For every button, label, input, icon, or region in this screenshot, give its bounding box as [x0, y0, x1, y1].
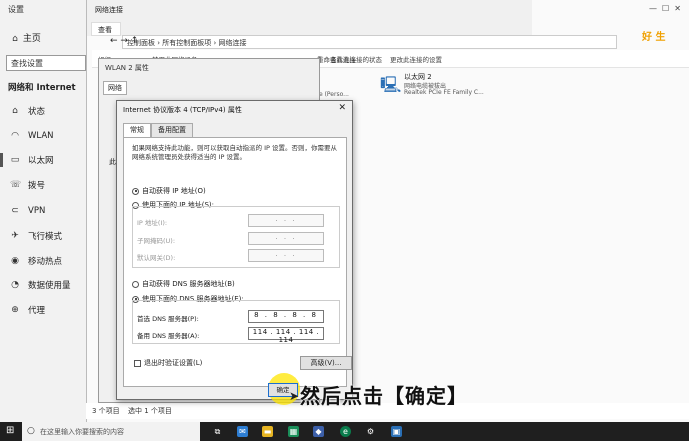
status-selected: 选中 1 个项目 [128, 407, 172, 415]
mail-icon[interactable]: ✉ [237, 426, 248, 437]
ip-label: IP 地址(I): [137, 219, 168, 227]
section-title: 网络和 Internet [8, 83, 76, 93]
taskbar-search-placeholder: 在这里输入你要搜索的内容 [40, 428, 124, 436]
nav-label: 以太网 [28, 156, 54, 166]
wlan-dialog-title: WLAN 2 属性 [105, 64, 149, 72]
checkbox-label: 退出时验证设置(L) [144, 359, 203, 367]
wlan-side-label: 此 [109, 158, 116, 166]
globe-icon: ⊕ [11, 305, 19, 315]
search-icon: ○ [27, 426, 35, 436]
nav-item-airplane[interactable]: ✈ 飞行模式 [10, 227, 90, 245]
alternate-dns-field[interactable]: 114 . 114 . 114 . 114 [248, 327, 324, 344]
adapter-desc: Realtek PCIe FE Family C... [404, 89, 484, 96]
taskbar-search[interactable]: ○ 在这里输入你要搜索的内容 [22, 422, 200, 441]
nav-item-data-usage[interactable]: ◔ 数据使用量 [10, 276, 90, 294]
nav-label: 代理 [28, 306, 46, 316]
hotspot-icon: ◉ [11, 256, 19, 266]
vpn-icon: ⊂ [11, 206, 19, 216]
nav-label: 数据使用量 [28, 281, 71, 291]
ethernet-adapter[interactable]: 🖳 以太网 2 网络电缆被拔出 Realtek PCIe FE Family C… [380, 70, 500, 100]
settings-title: 设置 [8, 5, 24, 14]
advanced-button[interactable]: 高级(V)... [300, 356, 352, 370]
settings-search-input[interactable]: 查找设置 [6, 55, 86, 71]
ipv4-properties-dialog: Internet 协议版本 4 (TCP/IPv4) 属性 ✕ 常规 备用配置 如… [116, 100, 353, 400]
checkbox-icon [134, 359, 141, 367]
airplane-icon: ✈ [11, 231, 19, 241]
gear-icon[interactable]: ⚙ [365, 426, 376, 437]
nav-item-ethernet[interactable]: ▭ 以太网 [0, 151, 90, 169]
ipv4-dialog-title: Internet 协议版本 4 (TCP/IPv4) 属性 [123, 106, 242, 114]
tutorial-caption: 然后点击【确定】 [300, 384, 468, 408]
manual-dns-group: 首选 DNS 服务器(P): 8 . 8 . 8 . 8 备用 DNS 服务器(… [132, 300, 340, 344]
dialog-tabs: 常规 备用配置 [123, 123, 193, 137]
gateway-label: 默认网关(D): [137, 254, 176, 262]
taskbar: ⊞ ○ 在这里输入你要搜索的内容 ⧉ ✉ ▬ ▦ ◆ e ⚙ ▣ [0, 422, 689, 441]
tab-general[interactable]: 常规 [123, 123, 151, 137]
ip-description: 如果网络支持此功能，则可以获取自动指派的 IP 设置。否则，你需要从网络系统管理… [132, 144, 337, 161]
window-title: 网络连接 [95, 6, 123, 14]
file-explorer-icon[interactable]: ▬ [262, 426, 273, 437]
preferred-dns-field[interactable]: 8 . 8 . 8 . 8 [248, 310, 324, 323]
auto-ip-radio[interactable]: 自动获得 IP 地址(O) [132, 186, 206, 196]
network-adapter-icon: 🖳 [380, 75, 402, 94]
view-tab[interactable]: 查看 [91, 22, 121, 36]
brand-logo: 好 生 [642, 32, 666, 43]
cursor-icon: ➤ [289, 389, 300, 403]
nav-label: WLAN [28, 131, 54, 141]
general-panel: 如果网络支持此功能，则可以获取自动指派的 IP 设置。否则，你需要从网络系统管理… [123, 137, 352, 387]
dns2-label: 备用 DNS 服务器(A): [137, 332, 200, 340]
nav-label: 拨号 [28, 181, 46, 191]
nav-label: VPN [28, 206, 46, 216]
nav-label: 状态 [28, 107, 46, 117]
home-icon: ⌂ [12, 106, 18, 116]
auto-dns-radio[interactable]: 自动获得 DNS 服务器地址(B) [132, 279, 235, 289]
status-count: 3 个项目 [92, 407, 120, 415]
windows-start-icon[interactable]: ⊞ [6, 425, 14, 436]
wifi-icon: ◠ [11, 131, 19, 141]
tab-alternate[interactable]: 备用配置 [151, 123, 193, 137]
nav-item-status[interactable]: ⌂ 状态 [10, 102, 90, 120]
subnet-mask-field[interactable]: . . . [248, 232, 324, 245]
nav-item-hotspot[interactable]: ◉ 移动热点 [10, 252, 90, 270]
home-link[interactable]: ⌂ 主页 [10, 31, 41, 44]
validate-checkbox[interactable]: 退出时验证设置(L) [134, 358, 202, 368]
tab-network[interactable]: 网络 [103, 81, 127, 95]
ethernet-icon: ▭ [10, 155, 20, 165]
dns1-label: 首选 DNS 服务器(P): [137, 315, 199, 323]
toolbar-change[interactable]: 更改此连接的设置 [390, 54, 442, 64]
dialup-icon: ☏ [10, 180, 22, 190]
mask-label: 子网掩码(U): [137, 237, 176, 245]
app-icon[interactable]: ◆ [313, 426, 324, 437]
radio-label: 自动获得 IP 地址(O) [142, 187, 206, 195]
nav-arrows[interactable]: ← → ↑ [110, 36, 138, 46]
radio-icon [132, 280, 139, 288]
ip-address-field[interactable]: . . . [248, 214, 324, 227]
nav-label: 飞行模式 [28, 232, 63, 242]
window-titlebar: 网络连接 查看 [87, 0, 532, 36]
nav-item-wlan[interactable]: ◠ WLAN [10, 127, 90, 145]
toolbar-status[interactable]: 查看此连接的状态 [330, 54, 382, 64]
radio-selected-icon [132, 187, 139, 195]
nav-item-proxy[interactable]: ⊕ 代理 [10, 301, 90, 319]
settings-window: 设置 ⌂ 主页 查找设置 网络和 Internet ⌂ 状态 ◠ WLAN ▭ 以太网… [0, 0, 92, 422]
nav-label: 移动热点 [28, 257, 63, 267]
nav-item-vpn[interactable]: ⊂ VPN [10, 202, 90, 220]
address-bar[interactable]: 控制面板 › 所有控制面板项 › 网络连接 [122, 35, 617, 49]
manual-ip-group: IP 地址(I): . . . 子网掩码(U): . . . 默认网关(D): … [132, 206, 340, 268]
network-window-icon[interactable]: ▣ [391, 426, 402, 437]
data-usage-icon: ◔ [11, 280, 19, 290]
window-controls[interactable]: — ☐ ✕ [649, 4, 681, 13]
close-icon[interactable]: ✕ [338, 103, 346, 113]
gateway-field[interactable]: . . . [248, 249, 324, 262]
nav-item-dialup[interactable]: ☏ 拨号 [10, 176, 90, 194]
task-view-icon[interactable]: ⧉ [212, 426, 223, 437]
home-icon: ⌂ [12, 34, 18, 44]
store-icon[interactable]: ▦ [288, 426, 299, 437]
radio-label: 自动获得 DNS 服务器地址(B) [142, 280, 235, 288]
edge-icon[interactable]: e [340, 426, 351, 437]
home-label: 主页 [22, 34, 41, 44]
